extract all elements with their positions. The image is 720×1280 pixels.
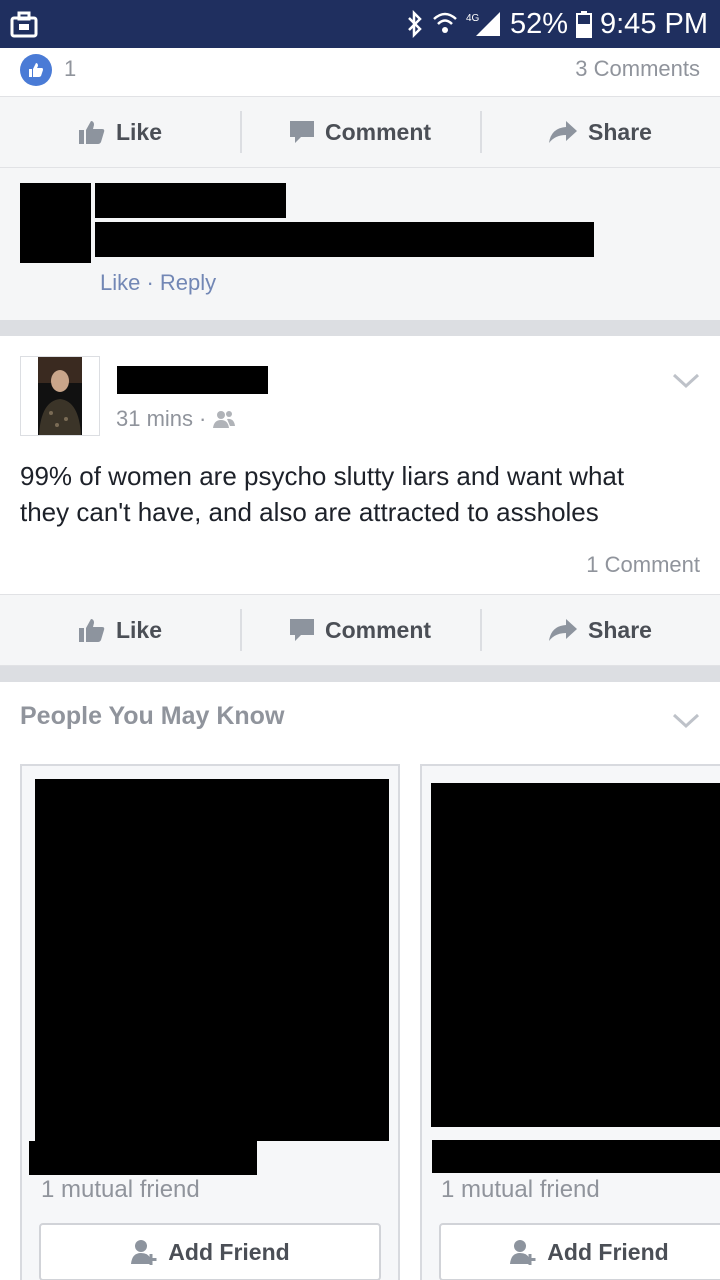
- network-label: 4G: [466, 13, 480, 24]
- suggested-person-photo-redacted[interactable]: [35, 779, 389, 1141]
- comment-button[interactable]: Comment: [240, 97, 480, 167]
- post-text: 99% of women are psycho slutty liars and…: [20, 458, 624, 530]
- briefcase-icon: [10, 10, 38, 38]
- like-button[interactable]: Like: [0, 595, 240, 665]
- mutual-friends: 1 mutual friend: [441, 1176, 600, 1203]
- bluetooth-icon: [406, 10, 424, 38]
- commenter-name-redacted[interactable]: [95, 183, 286, 218]
- like-count: 1: [64, 56, 77, 81]
- pymk-title: People You May Know: [20, 702, 285, 730]
- signal-icon: 4G: [466, 10, 502, 38]
- comment-text-redacted: [95, 222, 594, 257]
- share-button[interactable]: Share: [480, 97, 720, 167]
- comment-label: Comment: [324, 118, 432, 145]
- post2-comments-count[interactable]: 1 Comment: [586, 552, 700, 578]
- post-text-line-1: 99% of women are psycho slutty liars and…: [20, 461, 625, 491]
- like-reaction-icon[interactable]: [20, 54, 52, 86]
- post1-stats: 1 3 Comments: [0, 48, 720, 96]
- wifi-icon: [432, 10, 458, 38]
- like-button[interactable]: Like: [0, 97, 240, 167]
- chevron-down-icon[interactable]: [672, 372, 700, 390]
- commenter-avatar-redacted[interactable]: [20, 183, 91, 263]
- share-button[interactable]: Share: [480, 595, 720, 665]
- post-text-line-2: they can't have, and also are attracted …: [20, 497, 599, 527]
- share-icon: [549, 121, 578, 143]
- meta-separator: ·: [199, 406, 207, 431]
- share-icon: [549, 619, 578, 641]
- post1-action-bar: Like Comment Share: [0, 96, 720, 168]
- poster-avatar[interactable]: [20, 356, 100, 436]
- post-time[interactable]: 31 mins: [116, 406, 193, 432]
- share-label: Share: [588, 118, 652, 145]
- add-friend-icon: [131, 1240, 157, 1265]
- add-friend-button[interactable]: Add Friend: [439, 1223, 720, 1280]
- pymk-card-1[interactable]: 1 mutual friend Add Friend: [20, 764, 400, 1280]
- chevron-down-icon[interactable]: [672, 712, 700, 730]
- feed-separator: [0, 666, 720, 682]
- comments-count[interactable]: 3 Comments: [575, 56, 700, 82]
- like-label: Like: [115, 118, 163, 145]
- battery-icon: [576, 10, 592, 38]
- comment-like-reply[interactable]: Like · Reply: [100, 270, 216, 296]
- comment-icon: [289, 121, 314, 143]
- friends-audience-icon: [213, 411, 236, 428]
- share-label: Share: [588, 616, 652, 643]
- poster-name-redacted[interactable]: [117, 366, 268, 394]
- post2-action-bar: Like Comment Share: [0, 594, 720, 666]
- status-bar: 4G 52% 9:45 PM: [0, 0, 720, 48]
- like-label: Like: [115, 616, 163, 643]
- comment-button[interactable]: Comment: [240, 595, 480, 665]
- add-friend-label: Add Friend: [168, 1238, 290, 1265]
- thumbs-up-icon: [78, 121, 105, 144]
- mutual-friends: 1 mutual friend: [41, 1176, 200, 1203]
- add-friend-label: Add Friend: [547, 1238, 669, 1265]
- post2: 31 mins · 99% of women are psycho slutty…: [0, 336, 720, 594]
- clock: 9:45 PM: [600, 7, 708, 40]
- suggested-person-photo-redacted[interactable]: [431, 783, 720, 1127]
- battery-percent: 52%: [509, 7, 568, 40]
- comment-icon: [289, 619, 314, 641]
- suggested-person-name-redacted[interactable]: [432, 1140, 720, 1173]
- add-friend-icon: [510, 1240, 536, 1265]
- add-friend-button[interactable]: Add Friend: [39, 1223, 381, 1280]
- comment-label: Comment: [324, 616, 432, 643]
- comment-section: Like · Reply: [0, 168, 720, 320]
- profile-photo: [38, 357, 82, 435]
- feed-separator: [0, 320, 720, 336]
- suggested-person-name-redacted[interactable]: [29, 1141, 257, 1175]
- thumbs-up-icon: [78, 619, 105, 642]
- pymk-card-2[interactable]: 1 mutual friend Add Friend: [420, 764, 720, 1280]
